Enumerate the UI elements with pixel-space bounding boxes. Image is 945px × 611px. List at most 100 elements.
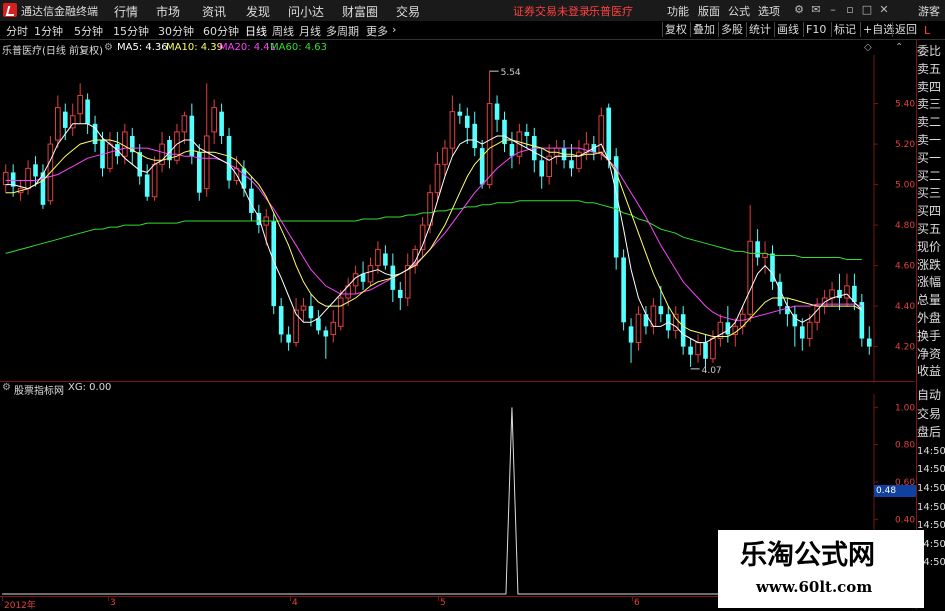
tool-add-watchlist[interactable]: +自选 — [860, 22, 896, 37]
period-weekly[interactable]: 周线 — [272, 23, 294, 39]
period-monthly[interactable]: 月线 — [299, 23, 321, 39]
side-item[interactable]: 现价 — [917, 238, 945, 257]
chevron-right-icon[interactable]: › — [392, 23, 396, 36]
side-item[interactable]: 买二 — [917, 167, 945, 186]
side-item[interactable]: 涨幅 — [917, 273, 945, 292]
tool-f10[interactable]: F10 — [803, 22, 828, 37]
side-item[interactable]: 14:50 — [917, 479, 945, 498]
side-item[interactable]: 总量 — [917, 291, 945, 310]
menu-options[interactable]: 选项 — [758, 3, 780, 19]
candle-body-up — [181, 115, 188, 133]
menu-layout[interactable]: 版面 — [698, 3, 720, 19]
menu-function[interactable]: 功能 — [667, 3, 689, 19]
side-item[interactable]: 净资 — [917, 345, 945, 364]
candle-body-down — [316, 318, 321, 331]
candle-body-down — [799, 326, 805, 339]
tool-stats[interactable]: 统计 — [746, 22, 773, 37]
period-1min[interactable]: 1分钟 — [34, 23, 63, 39]
period-multi[interactable]: 多周期 — [326, 23, 359, 39]
menu-news[interactable]: 资讯 — [202, 3, 226, 20]
menu-assistant[interactable]: 问小达 — [288, 3, 324, 20]
corner-label: L — [924, 24, 931, 37]
ma-lines-layer — [5, 123, 863, 344]
close-icon[interactable]: ✕ — [878, 4, 890, 16]
tool-mark[interactable]: 标记 — [831, 22, 858, 37]
candle-body-down — [278, 306, 284, 335]
menu-quotes[interactable]: 行情 — [114, 3, 138, 20]
side-item[interactable]: 买三 — [917, 184, 945, 203]
side-item[interactable]: 卖五 — [917, 60, 945, 79]
message-icon[interactable]: ✉ — [810, 4, 822, 16]
chevron-up-icon[interactable]: ⌃ — [895, 42, 903, 53]
candle-body-down — [539, 160, 545, 177]
side-item[interactable]: 卖一 — [917, 131, 945, 150]
chart-grid — [873, 55, 878, 383]
restore-icon[interactable]: ▫ — [844, 4, 856, 16]
side-item[interactable]: 涨跌 — [917, 256, 945, 275]
side-item[interactable]: 盘后 — [917, 423, 945, 442]
stock-name-notice[interactable]: 乐普医疗 — [589, 3, 633, 19]
period-5min[interactable]: 5分钟 — [74, 23, 103, 39]
settings-gear-icon[interactable]: ⚙ — [104, 42, 113, 53]
candle-body-down — [658, 306, 664, 315]
tool-overlay[interactable]: 叠加 — [690, 22, 717, 37]
side-item[interactable]: 外盘 — [917, 309, 945, 328]
settings-icon[interactable]: ⚙ — [793, 4, 805, 16]
maximize-icon[interactable]: □ — [861, 4, 873, 16]
side-item[interactable]: 自动 — [917, 386, 945, 405]
menu-trade[interactable]: 交易 — [396, 3, 420, 20]
candle-body-up — [151, 163, 158, 198]
login-notice[interactable]: 证券交易未登录 — [513, 3, 590, 19]
side-item[interactable]: 14:50 — [917, 460, 945, 479]
indicator-value: XG: 0.00 — [68, 382, 112, 393]
candle-body-down — [226, 135, 232, 181]
side-item[interactable]: 卖三 — [917, 95, 945, 114]
menu-discover[interactable]: 发现 — [246, 3, 270, 20]
period-more[interactable]: 更多 — [366, 23, 388, 39]
side-item[interactable]: 委比 — [917, 42, 945, 61]
candle-body-down — [219, 111, 224, 136]
candle-body-down — [271, 221, 277, 307]
watermark-title: 乐淘公式网 — [740, 540, 875, 571]
side-item[interactable]: 交易 — [917, 405, 945, 424]
side-item[interactable]: 买五 — [917, 220, 945, 239]
indicator-tick-label: 1.00 — [895, 403, 915, 413]
menu-wealth[interactable]: 财富圈 — [342, 3, 378, 20]
date-tick — [290, 597, 291, 601]
ma5-line — [5, 123, 863, 344]
side-item[interactable]: 换手 — [917, 327, 945, 346]
indicator-gear-icon[interactable]: ⚙ — [2, 382, 11, 393]
candle-body-up — [337, 297, 344, 327]
guest-login[interactable]: 游客 — [918, 3, 940, 19]
tool-multistock[interactable]: 多股 — [718, 22, 745, 37]
tool-adjust[interactable]: 复权 — [662, 22, 689, 37]
ma10-label: MA10: 4.39 — [166, 42, 224, 53]
side-item[interactable]: 卖四 — [917, 78, 945, 97]
side-item[interactable]: 买四 — [917, 202, 945, 221]
tool-back[interactable]: 返回 — [892, 22, 919, 37]
period-30min[interactable]: 30分钟 — [158, 23, 194, 39]
zoom-icon[interactable]: ◇ — [864, 42, 872, 53]
candle-body-up — [107, 143, 113, 169]
period-timeshare[interactable]: 分时 — [6, 23, 28, 39]
side-item[interactable]: 卖二 — [917, 113, 945, 132]
price-tick-label: 4.60 — [895, 262, 915, 272]
period-60min[interactable]: 60分钟 — [203, 23, 239, 39]
side-item[interactable]: 买一 — [917, 149, 945, 168]
side-item[interactable]: 14:50 — [917, 498, 945, 517]
side-item[interactable]: 14:50 — [917, 442, 945, 461]
candle-body-down — [866, 338, 872, 347]
tool-draw[interactable]: 画线 — [774, 22, 801, 37]
period-15min[interactable]: 15分钟 — [113, 23, 149, 39]
candle-body-up — [330, 321, 337, 335]
candle-body-up — [442, 147, 448, 165]
side-item[interactable]: 收益 — [917, 362, 945, 381]
candle-body-down — [472, 123, 478, 149]
price-tick-label: 5.20 — [895, 140, 915, 150]
date-tick — [108, 597, 109, 601]
menu-formula[interactable]: 公式 — [728, 3, 750, 19]
minimize-icon[interactable]: – — [827, 4, 839, 16]
period-daily[interactable]: 日线 — [245, 23, 267, 39]
menu-market[interactable]: 市场 — [156, 3, 180, 20]
marker-layer: 5.54 4.07 — [489, 68, 722, 376]
